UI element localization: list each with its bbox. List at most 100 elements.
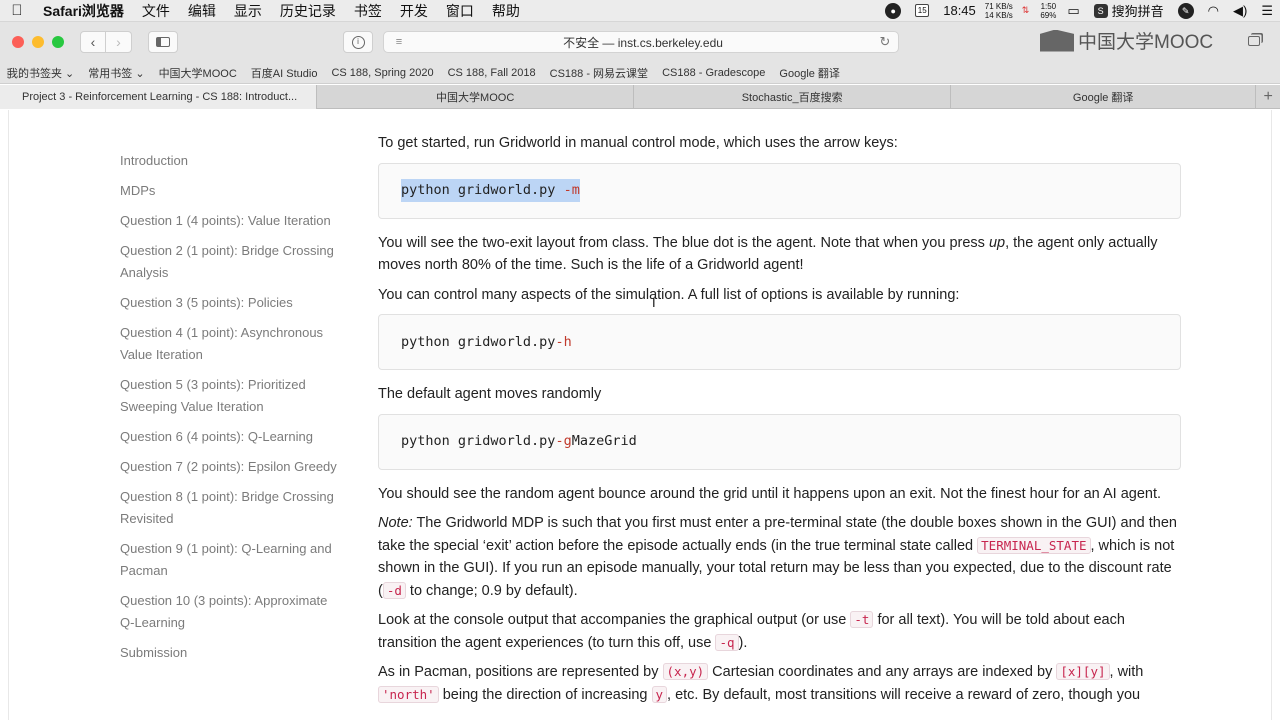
volume-icon[interactable]: ◀) [1226, 3, 1254, 19]
privacy-button[interactable]: i [343, 31, 373, 53]
menu-app-name[interactable]: Safari浏览器 [34, 1, 133, 21]
nav-introduction[interactable]: Introduction [120, 150, 340, 172]
bookmark-cs188-spring[interactable]: CS 188, Spring 2020 [324, 67, 440, 79]
nav-q4[interactable]: Question 4 (1 point): Asynchronous Value… [120, 322, 340, 366]
code-block-manual[interactable]: python gridworld.py -m [378, 162, 1181, 219]
script-icon[interactable]: ✎ [1171, 2, 1201, 19]
nav-q7[interactable]: Question 7 (2 points): Epsilon Greedy [120, 456, 340, 478]
mooc-watermark-logo: 中国大学MOOC [1040, 27, 1213, 54]
code-command: python gridworld.py [401, 433, 556, 450]
back-button[interactable]: ‹ [80, 31, 106, 53]
bookmark-common-folder[interactable]: 常用书签 ⌄ [81, 65, 151, 81]
inline-code-north: 'north' [378, 685, 439, 703]
network-speed: 71 KB/s 14 KB/s [983, 2, 1015, 20]
tab-bar: Project 3 - Reinforcement Learning - CS … [0, 85, 1280, 109]
reader-icon[interactable]: ≡ [384, 36, 414, 48]
address-bar[interactable]: ≡ 不安全 — inst.cs.berkeley.edu ↻ [383, 31, 899, 53]
tab-overview-button[interactable] [1244, 31, 1264, 51]
forward-button[interactable]: › [106, 31, 132, 53]
inline-code-terminal-state: TERMINAL_STATE [977, 536, 1091, 554]
reload-icon[interactable]: ↻ [872, 34, 898, 50]
menu-extra-icon[interactable]: ☰ [1254, 3, 1280, 19]
tab-project3[interactable]: Project 3 - Reinforcement Learning - CS … [0, 85, 318, 109]
battery-icon[interactable]: ▭ [1060, 3, 1086, 19]
paragraph-control: You can control many aspects of the simu… [378, 286, 960, 303]
apple-menu-icon[interactable]:  [0, 2, 34, 19]
nav-submission[interactable]: Submission [120, 642, 340, 664]
code-flag: -m [563, 182, 580, 199]
obs-icon[interactable]: ● [878, 2, 908, 19]
menu-edit[interactable]: 编辑 [179, 1, 225, 21]
code-flag: -h [555, 333, 572, 350]
text-segment: , with [1109, 664, 1144, 680]
updown-arrows-icon: ⇅ [1021, 5, 1030, 15]
bookmark-mooc[interactable]: 中国大学MOOC [152, 65, 244, 81]
text-segment: , etc. By default, most transitions will… [667, 686, 1141, 703]
code-block-mazegrid[interactable]: python gridworld.py -g MazeGrid [378, 413, 1181, 470]
input-method[interactable]: S 搜狗拼音 [1087, 1, 1171, 20]
bookmark-google-translate[interactable]: Google 翻译 [772, 65, 847, 81]
input-method-label: 搜狗拼音 [1111, 4, 1164, 19]
text-cursor-icon: I [652, 295, 656, 310]
nav-q2[interactable]: Question 2 (1 point): Bridge Crossing An… [120, 240, 340, 284]
nav-q3[interactable]: Question 3 (5 points): Policies [120, 292, 340, 314]
web-page: Introduction MDPs Question 1 (4 points):… [8, 110, 1272, 720]
nav-q5[interactable]: Question 5 (3 points): Prioritized Sweep… [120, 374, 340, 418]
bookmarks-bar: ⋮⋮⋮ 我的书签夹 ⌄ 常用书签 ⌄ 中国大学MOOC 百度AI Studio … [0, 62, 1280, 84]
mooc-logo-text: 中国大学MOOC [1078, 32, 1214, 53]
browser-toolbar: ‹ › i ≡ 不安全 — inst.cs.berkeley.edu ↻ 中国大… [0, 22, 1280, 62]
tab-stochastic[interactable]: Stochastic_百度搜索 [634, 85, 952, 109]
paragraph-note: Note: The Gridworld MDP is such that you… [378, 512, 1181, 602]
menu-view[interactable]: 显示 [225, 1, 271, 21]
nav-buttons: ‹ › [80, 31, 132, 53]
nav-q9[interactable]: Question 9 (1 point): Q-Learning and Pac… [120, 538, 340, 582]
text-segment: being the direction of increasing [438, 686, 652, 703]
shield-icon: i [351, 35, 365, 49]
code-command: python gridworld.py [401, 333, 556, 350]
paragraph-default-agent: The default agent moves randomly [378, 386, 602, 402]
text-segment: Look at the console output that accompan… [378, 612, 851, 628]
menu-file[interactable]: 文件 [133, 1, 179, 21]
menu-help[interactable]: 帮助 [483, 1, 529, 21]
new-tab-plus-icon[interactable]: + [1256, 85, 1280, 109]
fullscreen-window-button[interactable] [52, 36, 64, 48]
nav-q8[interactable]: Question 8 (1 point): Bridge Crossing Re… [120, 486, 340, 530]
nav-q6[interactable]: Question 6 (4 points): Q-Learning [120, 426, 340, 448]
tab-google-translate[interactable]: Google 翻译 [951, 85, 1257, 109]
nav-q10[interactable]: Question 10 (3 points): Approximate Q-Le… [120, 590, 340, 634]
bookmark-cs188-163[interactable]: CS188 - 网易云课堂 [543, 65, 655, 81]
code-block-help[interactable]: python gridworld.py -h [378, 314, 1181, 370]
nav-mdps[interactable]: MDPs [120, 180, 340, 202]
sidebar-toggle-button[interactable] [148, 31, 178, 53]
paragraph-console: Look at the console output that accompan… [378, 609, 1181, 654]
grid-icon[interactable]: ⋮⋮⋮ [0, 66, 40, 80]
paragraph-two-exit: You will see the two-exit layout from cl… [378, 232, 1181, 277]
minimize-window-button[interactable] [32, 36, 44, 48]
wifi-icon[interactable]: ◠ [1201, 3, 1226, 19]
menu-develop[interactable]: 开发 [391, 1, 437, 21]
text-segment: to change; 0.9 by default). [405, 582, 578, 599]
nav-q1[interactable]: Question 1 (4 points): Value Iteration [120, 210, 340, 232]
close-window-button[interactable] [12, 36, 24, 48]
net-down: 14 KB/s [984, 10, 1013, 20]
bookmark-cs188-fall[interactable]: CS 188, Fall 2018 [441, 67, 543, 79]
tab-mooc[interactable]: 中国大学MOOC [317, 85, 635, 109]
calendar-icon[interactable]: 15 [908, 4, 936, 17]
inline-code-q: -q [715, 633, 739, 651]
menu-window[interactable]: 窗口 [437, 1, 483, 21]
bookmark-baidu-ai[interactable]: 百度AI Studio [244, 65, 325, 81]
text-segment: As in Pacman, positions are represented … [378, 664, 663, 680]
clock-time[interactable]: 18:45 [936, 3, 983, 18]
menu-bookmarks[interactable]: 书签 [345, 1, 391, 21]
note-label: Note: [378, 515, 413, 531]
mac-menu-bar:  Safari浏览器 文件 编辑 显示 历史记录 书签 开发 窗口 帮助 ● … [0, 0, 1280, 22]
sidebar-icon [156, 37, 170, 47]
menu-history[interactable]: 历史记录 [271, 1, 345, 21]
address-url[interactable]: 不安全 — inst.cs.berkeley.edu [414, 34, 872, 51]
inline-code-index: [x][y] [1056, 663, 1110, 680]
bookmark-cs188-gradescope[interactable]: CS188 - Gradescope [655, 67, 772, 79]
battery-status[interactable]: 1:50 69% [1036, 2, 1060, 20]
tabs-icon [1248, 36, 1260, 46]
project-sidebar-nav: Introduction MDPs Question 1 (4 points):… [120, 150, 340, 672]
battery-time: 1:50 [1040, 1, 1057, 11]
